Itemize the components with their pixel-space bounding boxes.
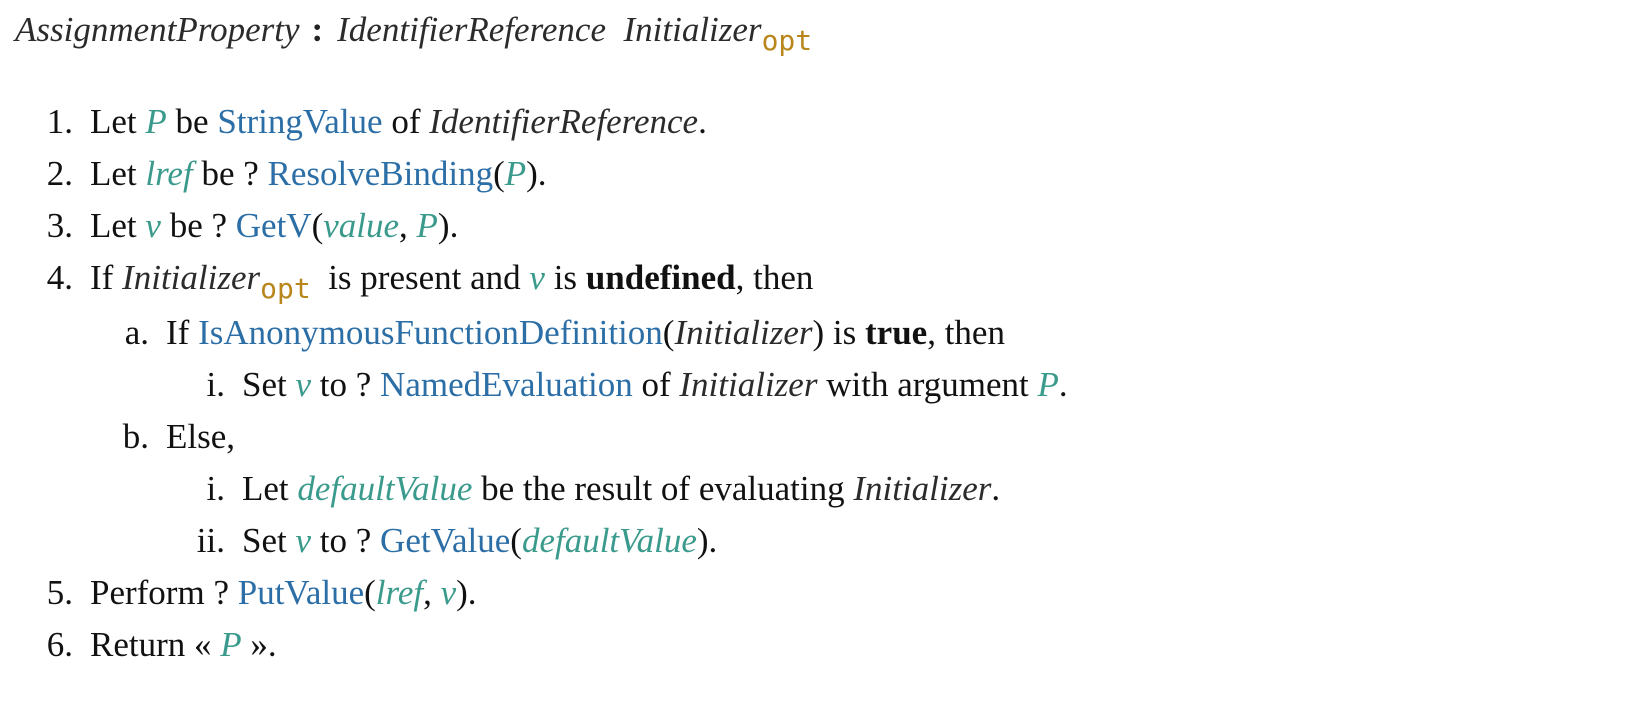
link-getvalue[interactable]: GetValue [380, 521, 510, 560]
link-resolvebinding[interactable]: ResolveBinding [268, 154, 494, 193]
step-text: ) is [812, 313, 865, 352]
step-text: ». [241, 625, 277, 664]
var-defaultvalue[interactable]: defaultValue [297, 469, 472, 508]
production-opt-subscript: opt [761, 24, 813, 57]
step-text: is [544, 258, 586, 297]
production-lhs: AssignmentProperty [15, 10, 300, 49]
step-text: Let [90, 154, 146, 193]
link-namedevaluation[interactable]: NamedEvaluation [380, 365, 633, 404]
production-rhs-initializer: Initializer [623, 10, 762, 49]
step-text: If [166, 313, 199, 352]
step-number: 6. [46, 625, 73, 664]
step-number: i. [206, 365, 225, 404]
step-text: , [423, 573, 441, 612]
step-text: be ? [192, 154, 268, 193]
step-text: ( [510, 521, 522, 560]
step-text: ). [437, 206, 459, 245]
step-text: Else, [166, 417, 236, 456]
production-rhs-identifier-reference: IdentifierReference [337, 10, 606, 49]
step-text: ( [311, 206, 324, 245]
step-text: of [382, 102, 430, 141]
step-text: ( [493, 154, 505, 193]
link-getv[interactable]: GetV [236, 206, 312, 245]
link-isanonymousfunctiondefinition[interactable]: IsAnonymousFunctionDefinition [198, 313, 663, 352]
step-text: to ? [311, 365, 381, 404]
step-text: Set [242, 365, 296, 404]
nonterminal-identifier-reference: IdentifierReference [429, 102, 699, 141]
step-text: Let [90, 102, 146, 141]
step-number: 3. [46, 206, 73, 245]
link-putvalue[interactable]: PutValue [238, 573, 364, 612]
step-text: . [698, 102, 707, 141]
step-number: ii. [196, 521, 225, 560]
var-p[interactable]: P [145, 102, 166, 141]
nonterminal-initializer: Initializer [853, 469, 992, 508]
var-lref[interactable]: lref [376, 573, 423, 612]
var-v[interactable]: v [441, 573, 457, 612]
step-text: , then [735, 258, 814, 297]
var-lref[interactable]: lref [145, 154, 192, 193]
step-text: Let [242, 469, 298, 508]
step-text: ( [662, 313, 675, 352]
step-text: , [399, 206, 417, 245]
step-text: . [991, 469, 1001, 508]
value-true: true [865, 313, 928, 352]
var-p[interactable]: P [220, 625, 241, 664]
step-number: 4. [46, 258, 73, 297]
step-text: be ? [160, 206, 236, 245]
step-text: If [90, 258, 123, 297]
var-value[interactable]: value [323, 206, 399, 245]
step-text: Return « [90, 625, 221, 664]
nonterminal-initializer: Initializer [122, 258, 261, 297]
step-text: is present and [319, 258, 530, 297]
step-text: Perform ? [90, 573, 238, 612]
step-text: , then [927, 313, 1005, 352]
step-text: be the result of evaluating [472, 469, 854, 508]
step-number: a. [124, 313, 149, 352]
production-header: AssignmentProperty: IdentifierReference I… [15, 4, 812, 58]
opt-subscript: opt [260, 272, 311, 305]
step-number: 1. [46, 102, 73, 141]
var-v[interactable]: v [295, 521, 311, 560]
step-text: Set [242, 521, 296, 560]
step-text: ). [456, 573, 477, 612]
nonterminal-initializer: Initializer [679, 365, 818, 404]
production-colon: : [311, 10, 324, 49]
step-text: with argument [817, 365, 1038, 404]
step-text: ). [526, 154, 547, 193]
value-undefined: undefined [585, 258, 736, 297]
step-text: ( [364, 573, 376, 612]
var-v[interactable]: v [295, 365, 311, 404]
link-stringvalue[interactable]: StringValue [217, 102, 382, 141]
step-text: be [166, 102, 218, 141]
step-number: 5. [46, 573, 73, 612]
var-defaultvalue[interactable]: defaultValue [522, 521, 697, 560]
step-number: 2. [46, 154, 73, 193]
step-number: b. [122, 417, 149, 456]
var-p[interactable]: P [1037, 365, 1058, 404]
var-v[interactable]: v [529, 258, 545, 297]
var-p[interactable]: P [417, 206, 438, 245]
step-text: ). [696, 521, 718, 560]
var-p[interactable]: P [505, 154, 526, 193]
nonterminal-initializer: Initializer [674, 313, 813, 352]
var-v[interactable]: v [145, 206, 161, 245]
step-text: of [632, 365, 680, 404]
step-text: . [1058, 365, 1068, 404]
step-text: Let [90, 206, 146, 245]
step-text: to ? [311, 521, 381, 560]
step-number: i. [206, 469, 225, 508]
